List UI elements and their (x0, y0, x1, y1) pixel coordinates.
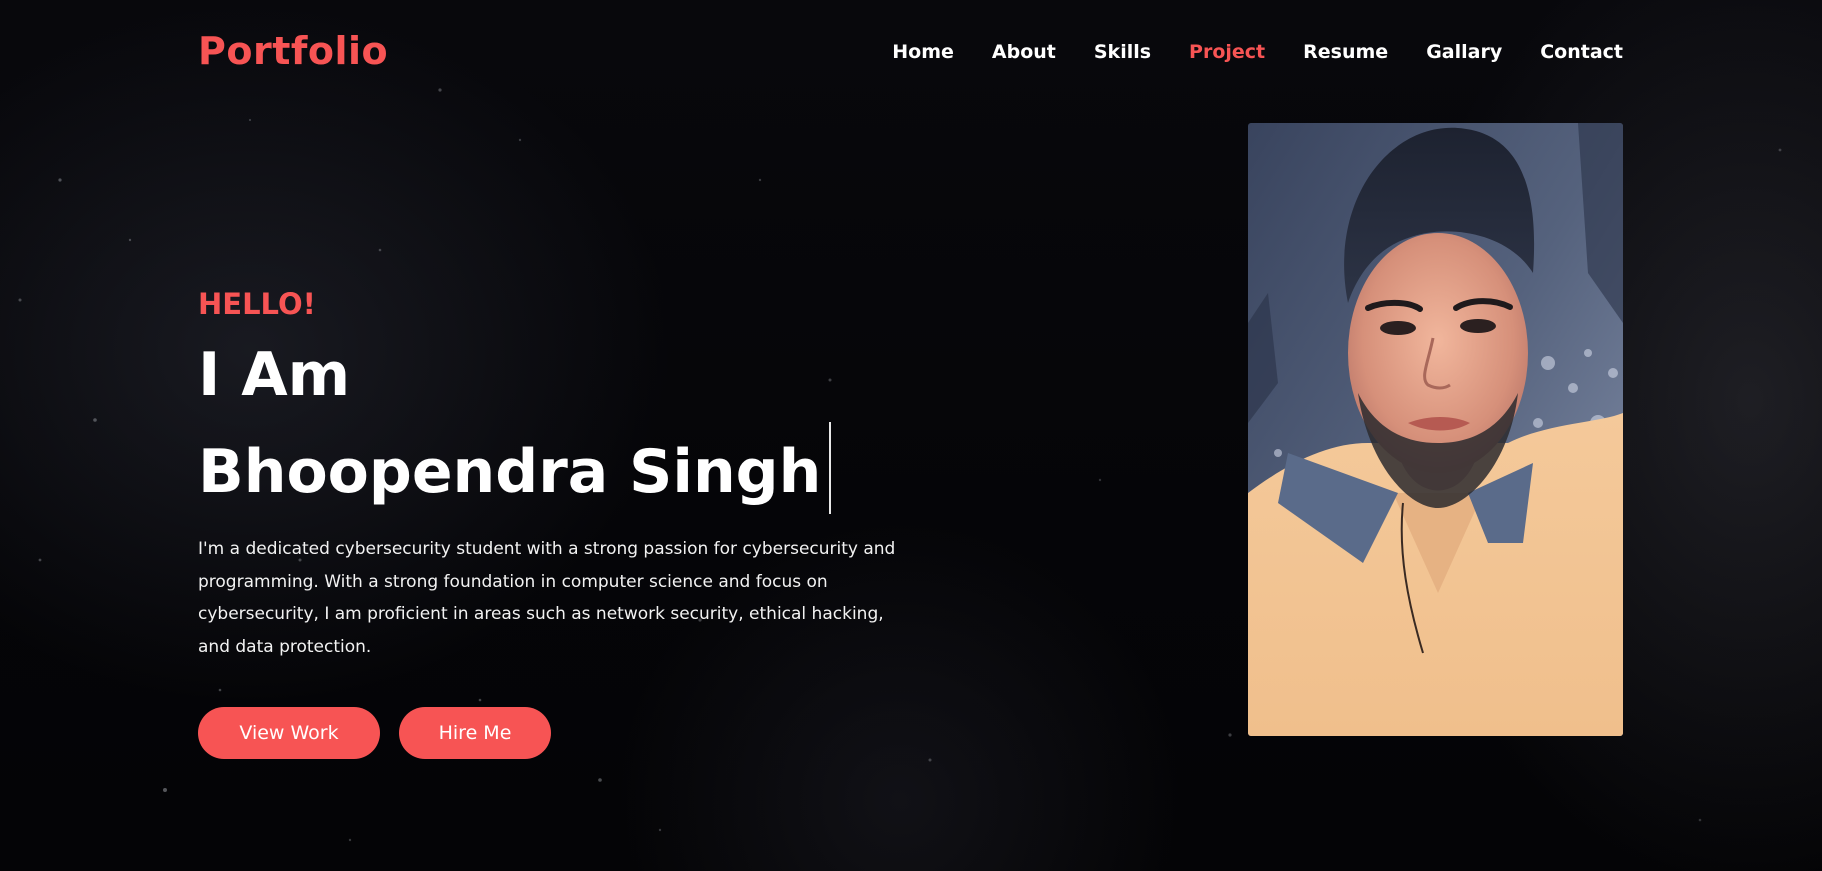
nav-project[interactable]: Project (1189, 41, 1265, 63)
hero-actions: View Work Hire Me (198, 707, 918, 759)
nav-gallary[interactable]: Gallary (1426, 41, 1502, 63)
hero-name: Bhoopendra Singh (198, 437, 822, 507)
profile-portrait-image (1248, 123, 1623, 736)
hire-me-button[interactable]: Hire Me (399, 707, 551, 759)
hero-greeting: HELLO! (198, 287, 316, 321)
hero-bio: I'm a dedicated cybersecurity student wi… (198, 539, 896, 657)
nav-skills[interactable]: Skills (1094, 41, 1151, 63)
main-nav: Home About Skills Project Resume Gallary… (854, 41, 1623, 63)
typing-cursor (829, 422, 832, 514)
view-work-button[interactable]: View Work (198, 707, 380, 759)
logo[interactable]: Portfolio (198, 29, 388, 73)
nav-contact[interactable]: Contact (1540, 41, 1623, 63)
nav-resume[interactable]: Resume (1303, 41, 1388, 63)
hero-title-line1: I Am (198, 340, 351, 410)
site-header: Portfolio Home About Skills Project Resu… (198, 26, 1623, 82)
hero-section: HELLO! I Am Bhoopendra Singh I'm a dedic… (198, 280, 918, 759)
nav-about[interactable]: About (992, 41, 1056, 63)
hero-title-line2: Bhoopendra Singh (198, 422, 918, 519)
nav-home[interactable]: Home (892, 41, 954, 63)
portfolio-page: Portfolio Home About Skills Project Resu… (0, 0, 1822, 871)
profile-photo (1248, 123, 1623, 736)
